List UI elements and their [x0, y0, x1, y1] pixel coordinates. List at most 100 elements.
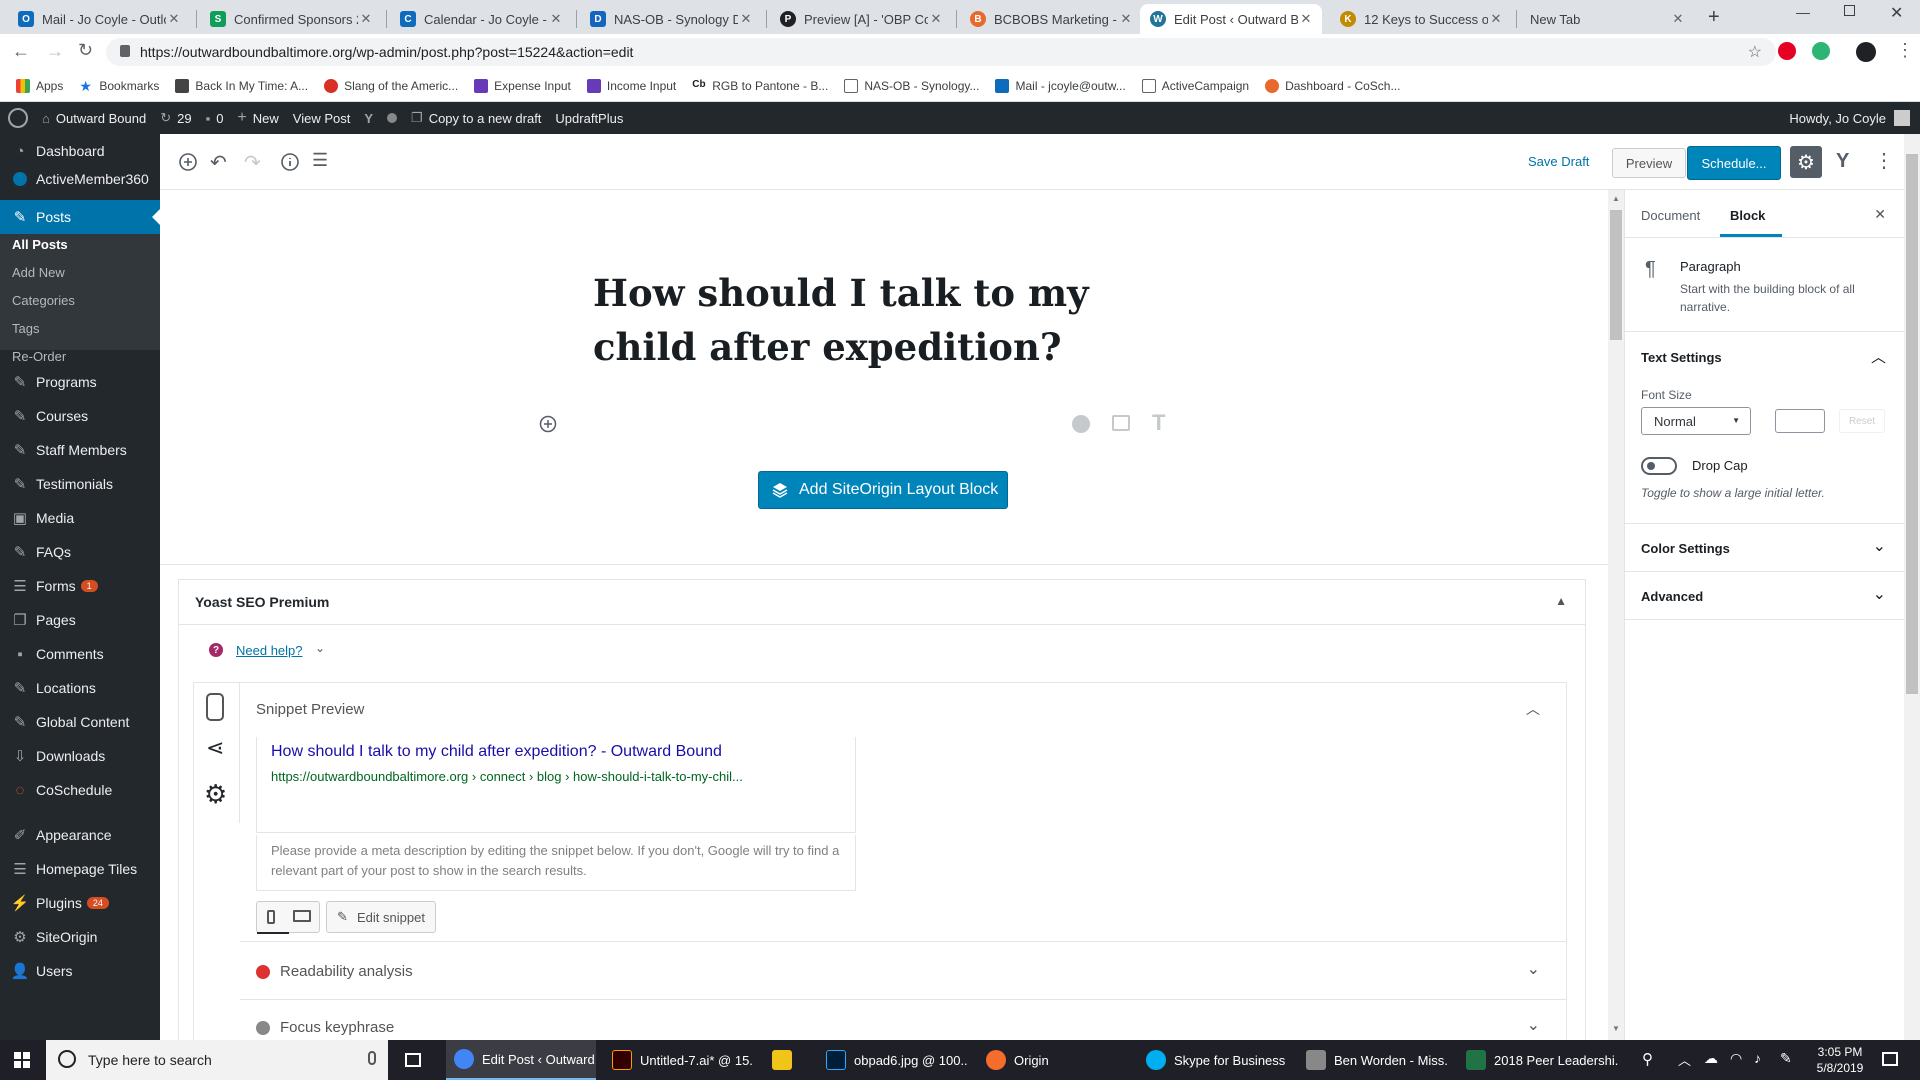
menu-courses[interactable]: ✎ Courses [0, 399, 160, 433]
close-icon[interactable]: ✕ [928, 11, 944, 27]
canvas-scrollbar[interactable]: ▲ ▼ [1608, 190, 1624, 1040]
extension-icon[interactable] [1812, 42, 1830, 60]
image-block-icon[interactable] [1112, 415, 1130, 431]
close-icon[interactable]: ✕ [1670, 11, 1686, 27]
advanced-header[interactable]: Advanced [1641, 589, 1703, 604]
taskbar-app-excel[interactable]: 2018 Peer Leadershi... [1458, 1040, 1618, 1080]
edit-snippet-button[interactable]: ✎ Edit snippet [326, 901, 436, 933]
wordpress-logo-icon[interactable] [8, 108, 28, 128]
taskbar-app-origin[interactable]: Origin [978, 1040, 1128, 1080]
task-view-icon[interactable] [405, 1053, 421, 1067]
forward-icon[interactable]: → [46, 41, 64, 62]
readability-analysis-heading[interactable]: Readability analysis [280, 963, 413, 980]
yoast-admin-icon[interactable]: Y [364, 111, 373, 126]
chevron-down-icon[interactable]: ⌄ [1873, 584, 1886, 604]
scroll-up-icon[interactable]: ▲ [1612, 194, 1620, 203]
snippet-description[interactable]: Please provide a meta description by edi… [256, 835, 856, 891]
submenu-tags[interactable]: Tags [0, 314, 160, 342]
comments-link[interactable]: ▪ 0 [206, 111, 224, 126]
windows-start-icon[interactable] [14, 1052, 30, 1068]
chevron-up-icon[interactable]: ︿ [1871, 346, 1886, 367]
add-block-icon[interactable] [176, 150, 200, 174]
new-tab-icon[interactable]: + [1708, 6, 1720, 29]
browser-tab[interactable]: D NAS-OB - Synology Dis ✕ [580, 4, 762, 34]
reload-icon[interactable]: ↻ [78, 40, 93, 61]
menu-downloads[interactable]: ⇩ Downloads [0, 739, 160, 773]
text-settings-header[interactable]: Text Settings [1641, 350, 1722, 365]
close-icon[interactable]: ✕ [1488, 11, 1504, 27]
info-icon[interactable] [278, 150, 302, 174]
updraftplus-link[interactable]: UpdraftPlus [555, 111, 623, 126]
font-size-select[interactable]: Normal ▼ [1641, 407, 1751, 435]
menu-homepage-tiles[interactable]: ☰ Homepage Tiles [0, 852, 160, 886]
bookmark-item[interactable]: Mail - jcoyle@outw... [995, 78, 1126, 93]
submenu-add-new[interactable]: Add New [0, 258, 160, 286]
drop-cap-toggle[interactable] [1641, 457, 1677, 475]
bookmark-item[interactable]: Dashboard - CoSch... [1265, 78, 1400, 93]
browser-tab[interactable]: C Calendar - Jo Coyle - O ✕ [390, 4, 572, 34]
address-bar[interactable]: https://outwardboundbaltimore.org/wp-adm… [106, 38, 1776, 66]
volume-icon[interactable]: ♪ [1754, 1050, 1761, 1066]
share-icon[interactable]: ⋖ [206, 735, 224, 761]
browser-tab[interactable]: P Preview [A] - 'OBP Corp✕ [770, 4, 952, 34]
menu-users[interactable]: 👤 Users [0, 954, 160, 988]
heading-block-icon[interactable]: T [1152, 410, 1165, 436]
menu-siteorigin[interactable]: ⚙ SiteOrigin [0, 920, 160, 954]
bookmark-item[interactable]: Income Input [586, 78, 676, 93]
profile-avatar[interactable] [1856, 42, 1876, 62]
post-title[interactable]: How should I talk to my child after expe… [593, 266, 1193, 374]
mobile-preview-icon[interactable] [267, 910, 275, 924]
chevron-down-icon[interactable]: ⌄ [1873, 536, 1886, 556]
taskbar-app-explorer[interactable] [764, 1040, 812, 1080]
snippet-title[interactable]: How should I talk to my child after expe… [271, 743, 722, 761]
menu-faqs[interactable]: ✎ FAQs [0, 535, 160, 569]
scrollbar-thumb[interactable] [1610, 210, 1622, 340]
chrome-menu-icon[interactable]: ⋮ [1896, 40, 1914, 61]
browser-tab[interactable]: O Mail - Jo Coyle - Outlo ✕ [8, 4, 190, 34]
close-icon[interactable]: ✕ [358, 11, 374, 27]
browser-tab[interactable]: New Tab ✕ [1512, 4, 1694, 34]
browser-tab[interactable]: B BCBOBS Marketing - Co✕ [960, 4, 1142, 34]
menu-comments[interactable]: ▪ Comments [0, 637, 160, 671]
chevron-up-icon[interactable]: ︿ [1526, 699, 1540, 719]
taskbar-app-photoshop[interactable]: obpad6.jpg @ 100... [818, 1040, 968, 1080]
browser-tab[interactable]: S Confirmed Sponsors 20 ✕ [200, 4, 382, 34]
menu-media[interactable]: ▣ Media [0, 501, 160, 535]
gear-icon[interactable]: ⚙ [204, 779, 227, 810]
chevron-down-icon[interactable]: ⌄ [315, 641, 325, 655]
add-siteorigin-layout-button[interactable]: Add SiteOrigin Layout Block [758, 471, 1008, 509]
browser-tab[interactable]: K 12 Keys to Success on ✕ [1330, 4, 1512, 34]
inserter-plus-icon[interactable] [538, 414, 558, 434]
menu-posts[interactable]: ✎ Posts [0, 200, 160, 234]
minimize-icon[interactable]: — [1796, 4, 1810, 20]
focus-keyphrase-heading[interactable]: Focus keyphrase [280, 1019, 394, 1036]
howdy-account[interactable]: Howdy, Jo Coyle [1789, 110, 1910, 126]
save-draft-button[interactable]: Save Draft [1528, 154, 1589, 169]
back-icon[interactable]: ← [12, 41, 30, 62]
more-menu-icon[interactable]: ⋮ [1874, 148, 1894, 173]
undo-icon[interactable]: ↶ [210, 150, 234, 174]
microphone-icon[interactable] [368, 1051, 376, 1065]
bookmark-item[interactable]: NAS-OB - Synology... [844, 78, 979, 93]
preview-button[interactable]: Preview [1612, 148, 1686, 178]
copy-draft-link[interactable]: ❐ Copy to a new draft [411, 110, 541, 126]
menu-forms[interactable]: ☰ Forms 1 [0, 569, 160, 603]
action-center-icon[interactable] [1882, 1052, 1898, 1066]
bookmark-item[interactable]: Back In My Time: A... [175, 78, 308, 93]
siteorigin-mini-icon[interactable] [1072, 415, 1090, 433]
menu-plugins[interactable]: ⚡ Plugins 24 [0, 886, 160, 920]
page-scrollbar[interactable] [1904, 134, 1920, 1040]
updates-link[interactable]: ↻ 29 [160, 110, 191, 126]
taskbar-app-chrome[interactable]: Edit Post ‹ Outward... [446, 1040, 596, 1080]
bookmark-item[interactable]: Cb RGB to Pantone - B... [692, 79, 828, 93]
redo-icon[interactable]: ↷ [244, 150, 268, 174]
submenu-all-posts[interactable]: All Posts [0, 230, 160, 258]
bookmark-item[interactable]: Slang of the Americ... [324, 78, 458, 93]
close-icon[interactable]: ✕ [166, 11, 182, 27]
chevron-down-icon[interactable]: ⌄ [1527, 959, 1540, 979]
view-post-link[interactable]: View Post [293, 111, 351, 126]
maximize-icon[interactable] [1844, 5, 1855, 16]
pinterest-icon[interactable] [1778, 42, 1796, 60]
menu-locations[interactable]: ✎ Locations [0, 671, 160, 705]
close-icon[interactable]: ✕ [1118, 11, 1134, 27]
